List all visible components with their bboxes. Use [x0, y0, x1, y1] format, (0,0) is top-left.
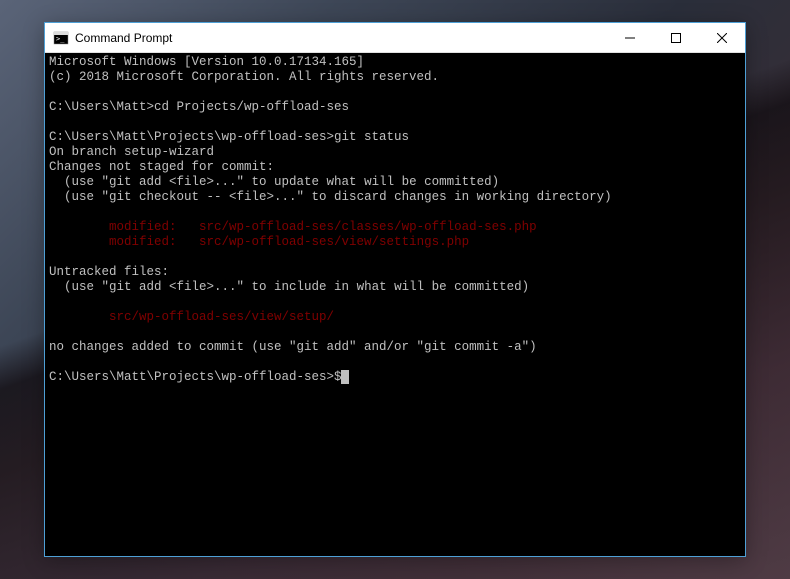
terminal-line: (c) 2018 Microsoft Corporation. All righ… [49, 70, 741, 85]
terminal-line [49, 205, 741, 220]
terminal-line: (use "git checkout -- <file>..." to disc… [49, 190, 741, 205]
close-button[interactable] [699, 23, 745, 52]
terminal-line: Untracked files: [49, 265, 741, 280]
terminal-line [49, 325, 741, 340]
minimize-button[interactable] [607, 23, 653, 52]
terminal-line: modified: src/wp-offload-ses/view/settin… [49, 235, 741, 250]
terminal-line [49, 355, 741, 370]
terminal-line: no changes added to commit (use "git add… [49, 340, 741, 355]
terminal-area[interactable]: Microsoft Windows [Version 10.0.17134.16… [45, 53, 745, 556]
terminal-line [49, 85, 741, 100]
window-title: Command Prompt [75, 31, 607, 45]
terminal-line: src/wp-offload-ses/view/setup/ [49, 310, 741, 325]
terminal-line: (use "git add <file>..." to include in w… [49, 280, 741, 295]
command-prompt-window: >_ Command Prompt Microsoft Windows [Ver… [44, 22, 746, 557]
cursor [341, 370, 349, 384]
terminal-line [49, 295, 741, 310]
terminal-line: modified: src/wp-offload-ses/classes/wp-… [49, 220, 741, 235]
terminal-prompt[interactable]: C:\Users\Matt\Projects\wp-offload-ses>$ [49, 370, 741, 385]
terminal-line [49, 115, 741, 130]
terminal-line: (use "git add <file>..." to update what … [49, 175, 741, 190]
titlebar[interactable]: >_ Command Prompt [45, 23, 745, 53]
window-controls [607, 23, 745, 52]
terminal-line [49, 250, 741, 265]
cmd-icon: >_ [53, 30, 69, 46]
terminal-line: Microsoft Windows [Version 10.0.17134.16… [49, 55, 741, 70]
terminal-line: C:\Users\Matt>cd Projects/wp-offload-ses [49, 100, 741, 115]
maximize-button[interactable] [653, 23, 699, 52]
terminal-line: C:\Users\Matt\Projects\wp-offload-ses>gi… [49, 130, 741, 145]
terminal-line: On branch setup-wizard [49, 145, 741, 160]
svg-text:>_: >_ [56, 35, 65, 43]
terminal-line: Changes not staged for commit: [49, 160, 741, 175]
